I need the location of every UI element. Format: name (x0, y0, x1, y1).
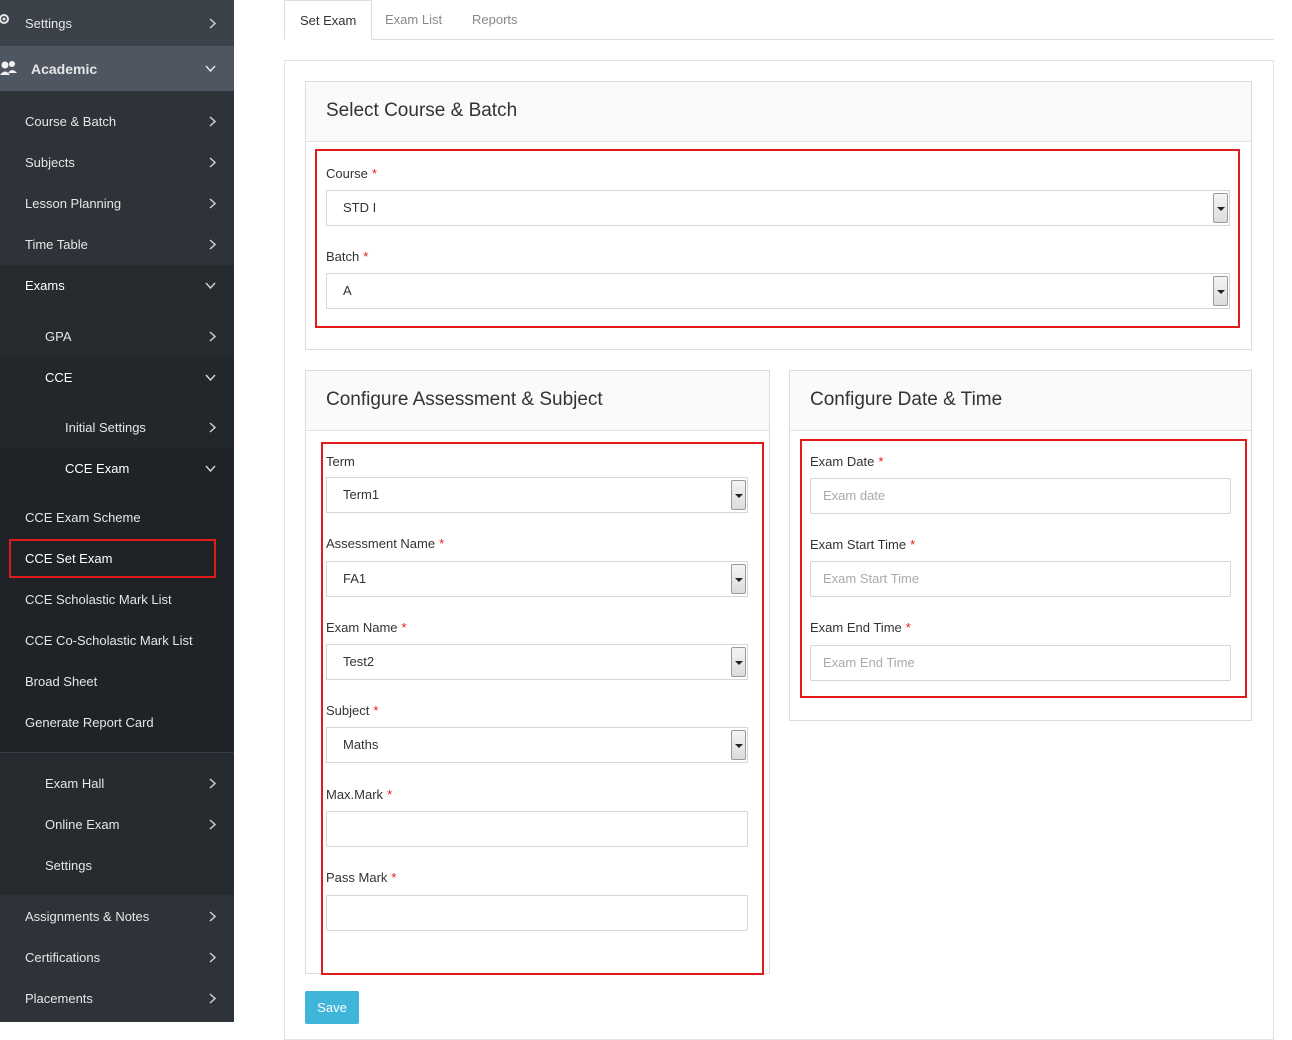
sidebar-spacer (0, 753, 234, 763)
sidebar-item-generate-report-card[interactable]: Generate Report Card (0, 702, 234, 743)
sidebar-item-gpa[interactable]: GPA (0, 316, 234, 357)
sidebar-item-initial-settings[interactable]: Initial Settings (0, 407, 234, 448)
sidebar-item-broad-sheet[interactable]: Broad Sheet (0, 661, 234, 702)
gear-icon (0, 12, 12, 29)
users-icon (0, 60, 18, 79)
highlight-box (321, 442, 764, 975)
sidebar-item-placements[interactable]: Placements (0, 978, 234, 1019)
chevron-right-icon (209, 422, 216, 433)
chevron-right-icon (209, 819, 216, 830)
card-title: Configure Assessment & Subject (306, 371, 769, 431)
sidebar-item-certifications[interactable]: Certifications (0, 937, 234, 978)
sidebar-item-label: GPA (45, 329, 72, 344)
sidebar-item-cce[interactable]: CCE (0, 357, 234, 398)
sidebar-item-subjects[interactable]: Subjects (0, 142, 234, 183)
chevron-right-icon (209, 239, 216, 250)
save-button[interactable]: Save (305, 991, 359, 1024)
sidebar-item-exam-settings[interactable]: Settings (0, 845, 234, 886)
chevron-down-icon (205, 465, 216, 472)
sidebar-item-label: Certifications (25, 950, 101, 965)
chevron-down-icon (205, 65, 216, 72)
chevron-right-icon (209, 116, 216, 127)
sidebar-item-time-table[interactable]: Time Table (0, 224, 234, 265)
assessment-card: Configure Assessment & Subject Term Term… (305, 370, 770, 975)
tab-reports[interactable]: Reports (457, 0, 533, 40)
chevron-right-icon (209, 331, 216, 342)
sidebar-item-cce-exam[interactable]: CCE Exam (0, 448, 234, 489)
chevron-right-icon (209, 778, 216, 789)
tab-set-exam[interactable]: Set Exam (284, 0, 373, 40)
sidebar-item-online-exam[interactable]: Online Exam (0, 804, 234, 845)
card-title: Configure Date & Time (790, 371, 1251, 431)
sidebar-item-label: Time Table (25, 237, 88, 252)
chevron-right-icon (209, 952, 216, 963)
sidebar-item-label: Subjects (25, 155, 75, 170)
sidebar-item-label: Online Exam (45, 817, 120, 832)
sidebar-item-label: CCE Exam Scheme (25, 510, 141, 525)
chevron-right-icon (209, 17, 216, 29)
sidebar-spacer (0, 886, 234, 895)
sidebar-item-settings[interactable]: Settings (0, 0, 234, 46)
sidebar-item-label: Exams (25, 278, 65, 293)
sidebar-item-label: Academic (31, 60, 98, 77)
sidebar-item-label: CCE Scholastic Mark List (25, 592, 172, 607)
sidebar-item-exam-hall[interactable]: Exam Hall (0, 763, 234, 804)
sidebar-item-exams[interactable]: Exams (0, 265, 234, 306)
sidebar-item-label: Settings (45, 858, 92, 873)
sidebar-item-label: Broad Sheet (25, 674, 98, 689)
chevron-down-icon (205, 374, 216, 381)
chevron-right-icon (209, 911, 216, 922)
sidebar-item-label: CCE (45, 370, 73, 385)
sidebar-item-cce-co-scholastic-mark-list[interactable]: CCE Co-Scholastic Mark List (0, 620, 234, 661)
chevron-down-icon (205, 282, 216, 289)
tab-bar: Set Exam Exam List Reports (284, 0, 1274, 40)
highlight-box (9, 539, 216, 578)
chevron-right-icon (209, 993, 216, 1004)
sidebar-item-label: CCE Co-Scholastic Mark List (25, 633, 193, 648)
chevron-right-icon (209, 157, 216, 168)
sidebar-item-label: Lesson Planning (25, 196, 122, 211)
datetime-card: Configure Date & Time Exam Date * Exam da… (789, 370, 1252, 721)
sidebar-item-course-batch[interactable]: Course & Batch (0, 101, 234, 142)
sidebar-item-label: Course & Batch (25, 114, 117, 129)
sidebar-item-label: Initial Settings (65, 420, 146, 435)
sidebar-item-label: Assignments & Notes (25, 909, 150, 924)
sidebar-item-label: Exam Hall (45, 776, 105, 791)
sidebar-item-lesson-planning[interactable]: Lesson Planning (0, 183, 234, 224)
sidebar-item-label: Generate Report Card (25, 715, 154, 730)
form-panel: Select Course & Batch Course * STD I Batc… (284, 60, 1274, 1040)
card-title: Select Course & Batch (306, 82, 1251, 142)
sidebar-spacer (0, 398, 234, 407)
sidebar-spacer (0, 306, 234, 316)
highlight-box (315, 149, 1240, 328)
sidebar-item-label: Settings (25, 15, 72, 31)
sidebar-item-cce-scholastic-mark-list[interactable]: CCE Scholastic Mark List (0, 579, 234, 620)
chevron-right-icon (209, 198, 216, 209)
course-batch-card: Select Course & Batch Course * STD I Batc… (305, 81, 1252, 350)
sidebar-item-academic[interactable]: Academic (0, 46, 234, 91)
sidebar-item-cce-exam-scheme[interactable]: CCE Exam Scheme (0, 497, 234, 538)
main-content: Set Exam Exam List Reports Select Course… (234, 0, 1292, 1040)
sidebar-item-label: Placements (25, 991, 93, 1006)
sidebar: Settings Academic Course & Batch Subject… (0, 0, 234, 1022)
sidebar-item-label: CCE Exam (65, 461, 130, 476)
sidebar-item-assignments-notes[interactable]: Assignments & Notes (0, 896, 234, 937)
highlight-box (800, 439, 1247, 698)
tab-exam-list[interactable]: Exam List (370, 0, 457, 40)
